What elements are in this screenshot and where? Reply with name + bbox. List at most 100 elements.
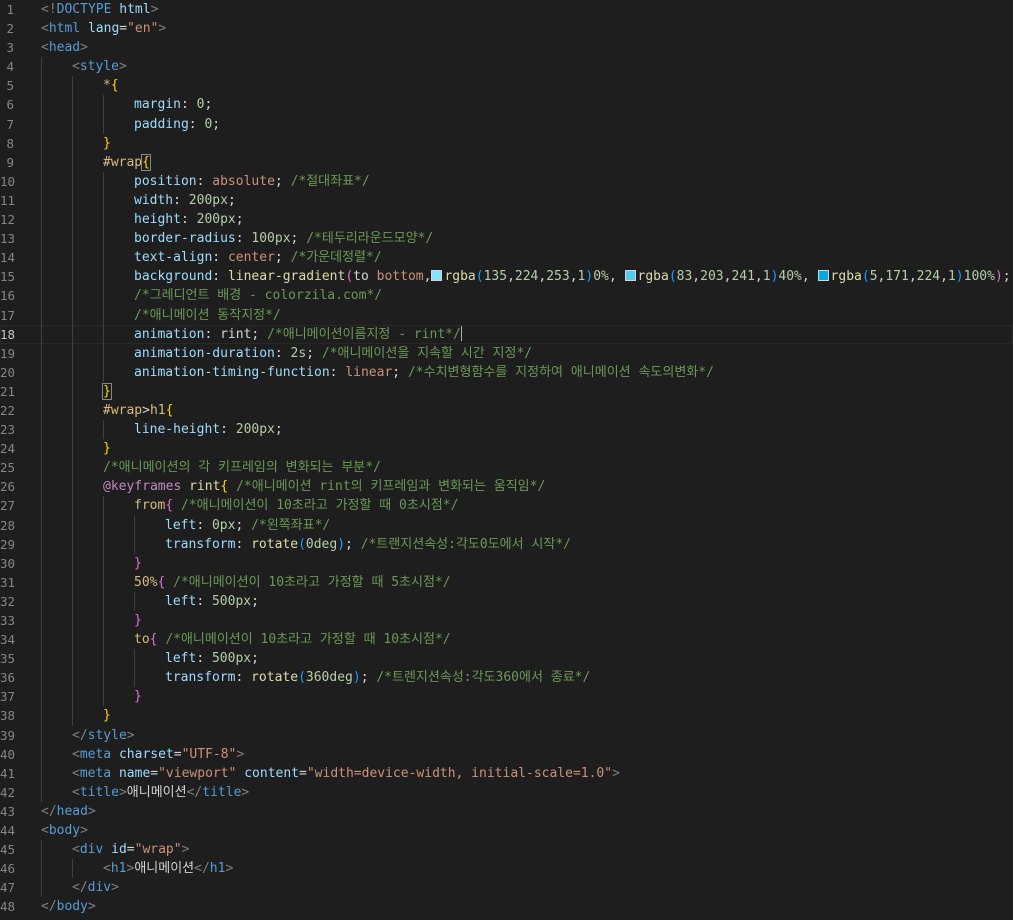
code-line[interactable]: 44 <body> <box>0 821 1013 840</box>
code-area[interactable]: 1 <!DOCTYPE html> 2 <html lang="en"> 3 <head>… <box>0 0 1013 920</box>
color-swatch[interactable] <box>624 270 636 282</box>
indent-guide <box>41 668 42 688</box>
code-token: = <box>173 746 182 762</box>
code-line[interactable]: 37} <box>0 687 1013 707</box>
line-content: } <box>103 706 111 725</box>
code-line[interactable]: 1 <!DOCTYPE html> <box>0 0 1013 19</box>
code-token: /*애니메이션이 10초라고 가정할 때 10초시점*/ <box>165 632 451 648</box>
color-swatch[interactable] <box>817 270 829 282</box>
code-line[interactable]: 38} <box>0 706 1013 726</box>
code-line[interactable]: 25 /*애니메이션의 각 키프레임의 변화되는 부분*/ <box>0 458 1013 478</box>
code-line[interactable]: 26 @keyframes rint{ /*애니메이션 rint의 키프레임과 변… <box>0 477 1013 497</box>
line-content: transform: rotate(0deg); /*트랜지션속성:각도0도에서… <box>165 535 571 554</box>
code-token: id <box>111 842 127 858</box>
code-line[interactable]: 18 animation: rint; /*애니메이션이름지정 - rint*/ <box>0 324 1013 344</box>
code-token: > <box>612 765 620 781</box>
code-line[interactable]: 46 <h1>애니메이션</h1> <box>0 859 1013 879</box>
code-line[interactable]: 42 <title>애니메이션</title> <box>0 782 1013 802</box>
line-content: <head> <box>41 38 88 57</box>
code-token: 500px <box>211 651 252 667</box>
code-token: > <box>142 402 150 418</box>
code-token: < <box>72 59 80 75</box>
code-line[interactable]: 34 to{ /*애니메이션이 10초라고 가정할 때 10초시점*/ <box>0 630 1013 650</box>
indent-guide <box>72 591 73 611</box>
code-line[interactable]: 41 <meta name="viewport" content="width=d… <box>0 763 1013 783</box>
code-line[interactable]: 4 <style> <box>0 57 1013 77</box>
line-number: 27 <box>0 498 16 514</box>
code-line[interactable]: 23 line-height: 200px; <box>0 420 1013 440</box>
indent-guide <box>72 286 73 306</box>
line-content: width: 200px; <box>134 191 236 210</box>
code-line[interactable]: 33} <box>0 611 1013 631</box>
code-line[interactable]: 21} <box>0 381 1013 401</box>
code-token: : <box>235 536 252 552</box>
code-line[interactable]: 15 background: linear-gradient(to bottom,… <box>0 267 1013 287</box>
code-line[interactable]: 14 text-align: center; /*가운데정렬*/ <box>0 248 1013 268</box>
code-line[interactable]: 36 transform: rotate(360deg); /*트렌지션속성:각도… <box>0 668 1013 688</box>
indent-guide <box>41 305 42 325</box>
code-token: > <box>181 842 190 858</box>
line-content: @keyframes rint{ /*애니메이션 rint의 키프레임과 변화되… <box>103 477 545 496</box>
code-line[interactable]: 20 animation-timing-function: linear; /*수… <box>0 362 1013 382</box>
code-token: border-radius <box>134 231 236 247</box>
indent-guide <box>72 400 73 421</box>
code-line[interactable]: 2 <html lang="en"> <box>0 19 1013 38</box>
code-line[interactable]: 9 #wrap{ <box>0 152 1013 172</box>
code-token: left <box>165 517 197 533</box>
code-token: < <box>103 861 111 877</box>
line-content: *{ <box>103 76 119 95</box>
code-token: ; <box>251 593 259 609</box>
code-token: ( <box>861 269 870 285</box>
code-line[interactable]: 32 left: 500px; <box>0 591 1013 611</box>
indent-guide <box>41 649 42 669</box>
code-line[interactable]: 45 <div id="wrap"> <box>0 840 1013 860</box>
code-token: 83 <box>676 269 693 285</box>
indent-guide <box>41 477 42 497</box>
line-content: margin: 0; <box>134 95 212 114</box>
line-content: #wrap>h1{ <box>103 401 173 420</box>
code-token: meta <box>79 746 112 762</box>
code-line[interactable]: 19 animation-duration: 2s; /*애니메이션을 지속할 시… <box>0 343 1013 363</box>
code-line[interactable]: 27 from{ /*애니메이션이 10초라고 가정할 때 0초시점*/ <box>0 496 1013 516</box>
line-number: 45 <box>0 842 16 858</box>
code-line[interactable]: 47 </div> <box>0 878 1013 898</box>
code-line[interactable]: 43 </head> <box>0 802 1013 821</box>
code-token: > <box>118 59 127 75</box>
indent-guide <box>41 553 42 573</box>
code-line[interactable]: 8} <box>0 133 1013 153</box>
indent-guide <box>103 286 104 306</box>
code-line[interactable]: 10 position: absolute; /*절대좌표*/ <box>0 171 1013 191</box>
code-line[interactable]: 24} <box>0 439 1013 459</box>
code-token: animation-duration <box>134 345 275 361</box>
color-swatch[interactable] <box>431 270 443 282</box>
code-line[interactable]: 22 #wrap>h1{ <box>0 400 1013 421</box>
code-line[interactable]: 3 <head> <box>0 38 1013 57</box>
line-number: 9 <box>6 154 14 170</box>
code-line[interactable]: 29 transform: rotate(0deg); /*트랜지션속성:각도0도… <box>0 534 1013 554</box>
code-token: : <box>196 593 212 609</box>
code-line[interactable]: 40 <meta charset="UTF-8"> <box>0 744 1013 764</box>
code-line[interactable]: 49 </html> <box>0 917 1013 920</box>
code-line[interactable]: 16 /*그레디언트 배경 - colorzila.com*/ <box>0 286 1013 306</box>
code-token: : <box>235 231 252 247</box>
indent-guide <box>134 649 135 669</box>
code-token: /*왼쪽좌표*/ <box>251 517 331 533</box>
code-line[interactable]: 7 padding: 0; <box>0 114 1013 134</box>
code-line[interactable]: 35 left: 500px; <box>0 649 1013 669</box>
code-editor[interactable]: 1 <!DOCTYPE html> 2 <html lang="en"> 3 <head>… <box>0 0 1013 920</box>
code-line[interactable]: 28 left: 0px; /*왼쪽좌표*/ <box>0 515 1013 535</box>
code-line[interactable]: 13 border-radius: 100px; /*테두리라운드모양*/ <box>0 229 1013 249</box>
code-line[interactable]: 6 margin: 0; <box>0 95 1013 115</box>
code-line[interactable]: 48 </body> <box>0 897 1013 916</box>
code-token: h1 <box>209 861 226 877</box>
code-line[interactable]: 12 height: 200px; <box>0 210 1013 230</box>
code-line[interactable]: 11 width: 200px; <box>0 190 1013 211</box>
indent-guide <box>41 591 42 611</box>
code-token: : <box>204 326 221 342</box>
code-line[interactable]: 17 /*애니메이션 동작지정*/ <box>0 305 1013 325</box>
code-line[interactable]: 30} <box>0 553 1013 573</box>
code-token: /*트렌지션속성:각도360에서 종료*/ <box>376 670 591 686</box>
code-line[interactable]: 31 50%{ /*애니메이션이 10초라고 가정할 때 5초시점*/ <box>0 572 1013 592</box>
code-line[interactable]: 39 </style> <box>0 725 1013 745</box>
code-line[interactable]: 5 *{ <box>0 76 1013 96</box>
